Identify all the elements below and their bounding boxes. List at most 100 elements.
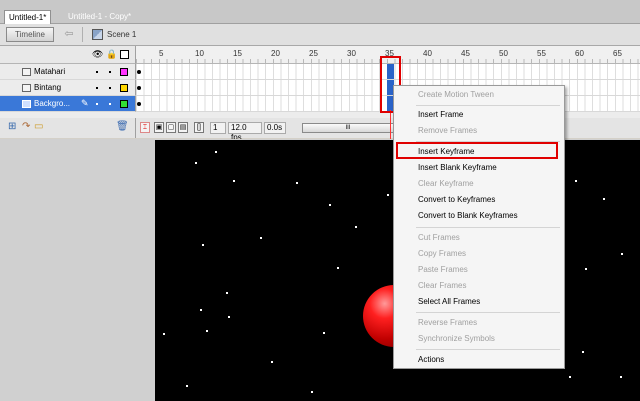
ruler-number: 60 (575, 49, 584, 58)
lock-dot[interactable] (109, 103, 111, 105)
visibility-dot[interactable] (96, 103, 98, 105)
star (226, 292, 228, 294)
outline-icon[interactable] (120, 50, 129, 59)
frame-context-menu: Create Motion Tween Insert Frame Remove … (393, 85, 565, 369)
back-arrow-icon[interactable]: ⇦ (62, 28, 76, 41)
menu-item-insert-blank-keyframe[interactable]: Insert Blank Keyframe (395, 160, 563, 175)
visibility-dot[interactable] (96, 87, 98, 89)
layer-row-background[interactable]: Backgro... ✎ (0, 96, 136, 112)
ruler-number: 40 (423, 49, 432, 58)
menu-item-cut-frames[interactable]: Cut Frames (395, 230, 563, 245)
scrollbar-thumb-grip[interactable]: III (345, 125, 350, 131)
menu-item-insert-frame[interactable]: Insert Frame (395, 107, 563, 122)
edit-bar-divider (82, 27, 83, 42)
ruler-number: 65 (613, 49, 622, 58)
menu-item-remove-frames[interactable]: Remove Frames (395, 123, 563, 138)
lock-dot[interactable] (109, 71, 111, 73)
edit-bar: Timeline ⇦ Scene 1 (0, 24, 640, 46)
star (186, 385, 188, 387)
layer-row-matahari[interactable]: Matahari (0, 64, 136, 80)
outline-color-box[interactable] (120, 100, 128, 108)
pencil-icon: ✎ (81, 98, 89, 108)
ruler-number: 10 (195, 49, 204, 58)
ruler-number: 45 (461, 49, 470, 58)
star (163, 333, 165, 335)
layer-icon (22, 84, 31, 92)
star (215, 151, 217, 153)
menu-item-actions[interactable]: Actions (395, 352, 563, 367)
menu-item-synchronize-symbols[interactable]: Synchronize Symbols (395, 331, 563, 346)
menu-item-convert-to-blank-keyframes[interactable]: Convert to Blank Keyframes (395, 208, 563, 223)
star (233, 180, 235, 182)
star (311, 391, 313, 393)
layer-row-bintang[interactable]: Bintang (0, 80, 136, 96)
star (206, 330, 208, 332)
keyframe[interactable] (137, 86, 141, 90)
outline-color-box[interactable] (120, 68, 128, 76)
star (296, 182, 298, 184)
star (569, 376, 571, 378)
star (195, 162, 197, 164)
star (603, 198, 605, 200)
layer-name: Matahari (34, 67, 66, 76)
add-guide-layer-icon[interactable]: ↷ (22, 121, 30, 133)
layers-header: 👁 🔒 (0, 46, 136, 64)
star (271, 361, 273, 363)
star (323, 332, 325, 334)
onion-skin-icon[interactable]: ▣ (154, 122, 164, 133)
visibility-dot[interactable] (96, 71, 98, 73)
star (329, 204, 331, 206)
star (200, 309, 202, 311)
ruler-number: 20 (271, 49, 280, 58)
star (228, 316, 230, 318)
elapsed-time-field: 0.0s (264, 122, 286, 134)
eye-icon[interactable]: 👁 (92, 49, 103, 59)
menu-item-clear-keyframe[interactable]: Clear Keyframe (395, 176, 563, 191)
document-tab-bar: Untitled-1* Untitled-1 - Copy* (0, 0, 640, 24)
document-tab-untitled-1-copy[interactable]: Untitled-1 - Copy* (64, 10, 135, 24)
ruler-number: 55 (537, 49, 546, 58)
edit-multiple-frames-icon[interactable]: ▤ (178, 122, 188, 133)
menu-item-create-motion-tween[interactable]: Create Motion Tween (395, 87, 563, 102)
ruler-number: 30 (347, 49, 356, 58)
outline-color-box[interactable] (120, 84, 128, 92)
star (585, 268, 587, 270)
onion-skin-outlines-icon[interactable]: ▢ (166, 122, 176, 133)
keyframe[interactable] (137, 70, 141, 74)
frame-rate-field[interactable]: 12.0 fps (228, 122, 262, 142)
ruler-number: 25 (309, 49, 318, 58)
lock-icon[interactable]: 🔒 (106, 49, 117, 59)
lock-dot[interactable] (109, 87, 111, 89)
menu-separator (416, 349, 560, 350)
menu-item-reverse-frames[interactable]: Reverse Frames (395, 315, 563, 330)
timeline-horizontal-scrollbar[interactable]: III (302, 123, 394, 133)
scene-label[interactable]: Scene 1 (107, 28, 136, 41)
ruler-number: 5 (159, 49, 164, 58)
menu-separator (416, 105, 560, 106)
layer-name: Backgro... (34, 99, 71, 108)
layer-toolbar: ⊞ ↷ ▭ 🗑 (0, 118, 136, 138)
center-frame-icon[interactable]: ⌶ (140, 122, 150, 133)
menu-item-paste-frames[interactable]: Paste Frames (395, 262, 563, 277)
menu-item-convert-to-keyframes[interactable]: Convert to Keyframes (395, 192, 563, 207)
menu-item-copy-frames[interactable]: Copy Frames (395, 246, 563, 261)
star (575, 180, 577, 182)
timeline-toggle-button[interactable]: Timeline (6, 27, 54, 42)
star (337, 267, 339, 269)
insert-folder-icon[interactable]: ▭ (34, 121, 43, 133)
delete-layer-icon[interactable]: 🗑 (116, 121, 129, 133)
modify-onion-markers-icon[interactable]: [] (194, 122, 204, 133)
menu-item-clear-frames[interactable]: Clear Frames (395, 278, 563, 293)
star (620, 376, 622, 378)
menu-item-select-all-frames[interactable]: Select All Frames (395, 294, 563, 309)
ruler-number: 50 (499, 49, 508, 58)
layer-name: Bintang (34, 83, 62, 92)
insert-keyframe-annotation-box (396, 142, 558, 159)
insert-layer-icon[interactable]: ⊞ (8, 121, 16, 133)
document-tab-untitled-1[interactable]: Untitled-1* (4, 10, 52, 24)
star (355, 226, 357, 228)
keyframe[interactable] (137, 102, 141, 106)
star (387, 194, 389, 196)
star (582, 351, 584, 353)
star (260, 237, 262, 239)
